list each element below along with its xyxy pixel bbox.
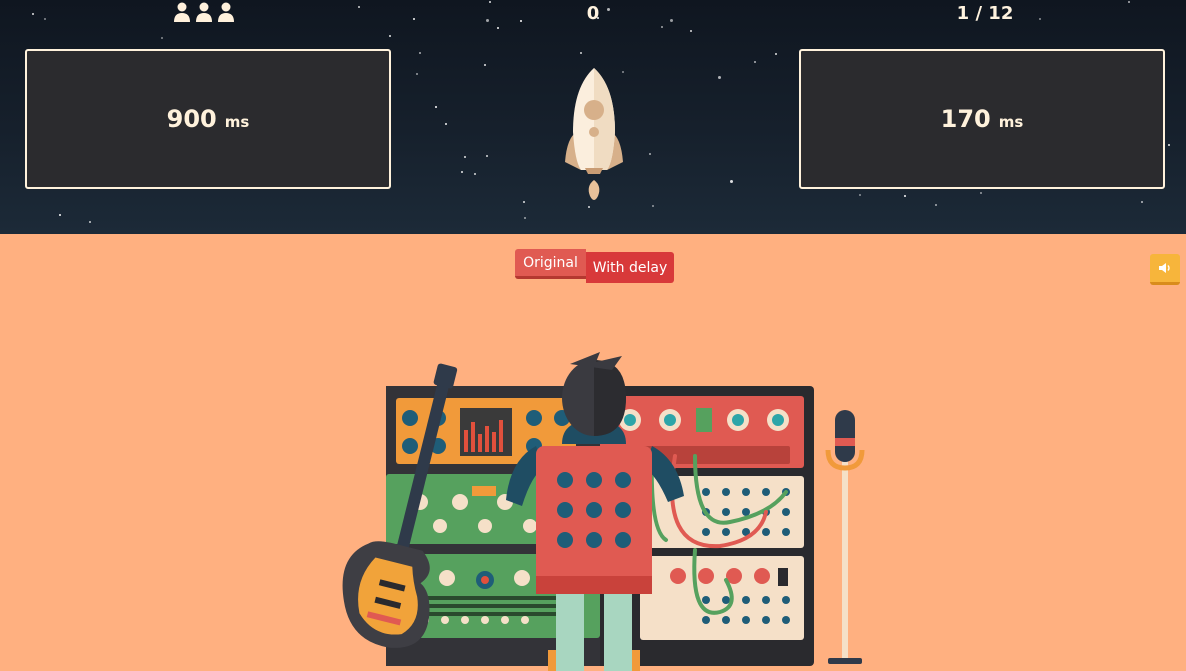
star: [1141, 201, 1143, 203]
star: [486, 155, 488, 157]
star: [419, 52, 421, 54]
star: [524, 217, 526, 219]
star: [464, 156, 466, 158]
star: [588, 206, 590, 208]
star: [690, 30, 692, 32]
star: [59, 214, 61, 216]
star: [461, 171, 463, 173]
star: [474, 173, 476, 175]
star: [497, 27, 499, 29]
star: [416, 73, 418, 75]
star: [730, 180, 733, 183]
star: [435, 106, 437, 108]
star: [718, 76, 721, 79]
star: [754, 61, 756, 63]
star: [580, 52, 582, 54]
delayed-latency-unit: ms: [998, 113, 1024, 131]
star: [859, 194, 861, 196]
star: [652, 205, 654, 207]
star: [775, 53, 777, 55]
star: [389, 35, 391, 37]
delayed-latency-panel: 170 ms: [799, 49, 1165, 189]
star: [904, 195, 906, 197]
star: [649, 153, 651, 155]
star: [661, 26, 663, 28]
tab-original[interactable]: Original: [515, 249, 586, 279]
space-header: 0 1 / 12 900 ms 170 ms: [0, 0, 1186, 234]
star: [161, 37, 163, 39]
star: [935, 204, 937, 206]
star: [445, 123, 447, 125]
tab-with-delay[interactable]: With delay: [586, 252, 674, 283]
sound-toggle-button[interactable]: [1150, 254, 1180, 285]
star: [980, 192, 982, 194]
rocket-icon: [565, 68, 623, 200]
star: [484, 64, 486, 66]
original-latency-unit: ms: [224, 113, 250, 131]
original-latency-value: 900: [166, 105, 217, 133]
musician-illustration: [342, 352, 865, 671]
original-latency-panel: 900 ms: [25, 49, 391, 189]
star: [89, 221, 91, 223]
delayed-latency-value: 170: [940, 105, 991, 133]
audio-mode-tabs: Original With delay: [515, 249, 674, 283]
star: [1168, 144, 1170, 146]
speaker-icon: [1159, 263, 1170, 273]
level-counter: 1 / 12: [956, 3, 1014, 24]
star: [523, 201, 525, 203]
